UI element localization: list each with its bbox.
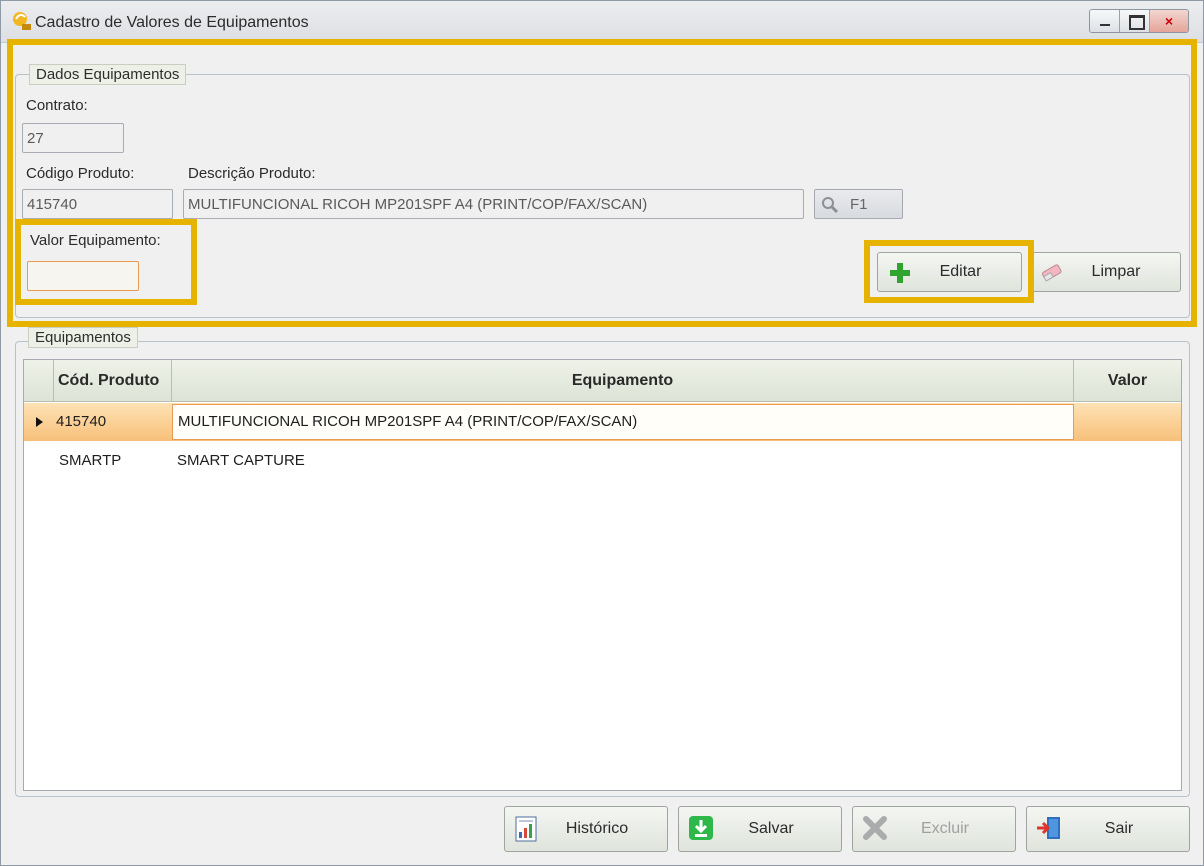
f1-label: F1 xyxy=(850,196,868,213)
table-row[interactable]: SMARTP SMART CAPTURE xyxy=(24,442,1181,480)
cell-valor[interactable] xyxy=(1074,403,1181,441)
eraser-icon xyxy=(1041,264,1062,282)
app-logo-icon xyxy=(13,12,31,30)
codigo-produto-label: Código Produto: xyxy=(26,165,135,182)
salvar-button[interactable]: Salvar xyxy=(678,806,842,852)
column-header-equipamento[interactable]: Equipamento xyxy=(172,360,1074,401)
cell-equipamento[interactable]: MULTIFUNCIONAL RICOH MP201SPF A4 (PRINT/… xyxy=(172,404,1074,440)
excluir-button[interactable]: Excluir xyxy=(852,806,1016,852)
column-header-codigo[interactable]: Cód. Produto xyxy=(54,360,172,401)
cell-equipamento[interactable]: SMART CAPTURE xyxy=(177,442,1074,480)
editar-button[interactable]: Editar xyxy=(877,252,1022,292)
codigo-produto-field[interactable]: 415740 xyxy=(22,189,173,219)
row-header-corner xyxy=(24,360,54,401)
maximize-button[interactable] xyxy=(1120,10,1150,32)
window-controls: × xyxy=(1089,9,1189,33)
cell-valor[interactable] xyxy=(1074,442,1181,480)
limpar-button[interactable]: Limpar xyxy=(1029,252,1181,292)
delete-x-icon xyxy=(863,816,887,840)
exit-door-icon xyxy=(1037,817,1060,839)
cell-codigo[interactable]: SMARTP xyxy=(59,442,173,480)
close-button[interactable]: × xyxy=(1150,10,1188,32)
window-title: Cadastro de Valores de Equipamentos xyxy=(35,14,309,31)
plus-icon xyxy=(890,263,910,283)
contrato-label: Contrato: xyxy=(26,97,88,114)
save-download-icon xyxy=(689,816,713,840)
column-header-valor[interactable]: Valor xyxy=(1074,360,1181,401)
dados-equipamentos-legend: Dados Equipamentos xyxy=(29,64,187,85)
minimize-button[interactable] xyxy=(1090,10,1120,32)
contrato-field[interactable]: 27 xyxy=(22,123,124,153)
magnifier-icon xyxy=(822,197,839,214)
title-bar: Cadastro de Valores de Equipamentos × xyxy=(1,1,1203,43)
descricao-produto-label: Descrição Produto: xyxy=(188,165,316,182)
equipamentos-grid[interactable]: Cód. Produto Equipamento Valor 415740 MU… xyxy=(23,359,1182,791)
sair-button[interactable]: Sair xyxy=(1026,806,1190,852)
historico-button[interactable]: Histórico xyxy=(504,806,668,852)
cell-codigo[interactable]: 415740 xyxy=(56,403,170,441)
report-chart-icon xyxy=(515,816,537,842)
main-window: Cadastro de Valores de Equipamentos × Da… xyxy=(0,0,1204,866)
valor-equipamento-field[interactable] xyxy=(27,261,139,291)
table-row[interactable]: 415740 MULTIFUNCIONAL RICOH MP201SPF A4 … xyxy=(24,403,1181,441)
valor-equipamento-label: Valor Equipamento: xyxy=(30,232,161,249)
current-row-arrow-icon xyxy=(36,417,43,427)
equipamentos-legend: Equipamentos xyxy=(28,327,138,348)
grid-header: Cód. Produto Equipamento Valor xyxy=(24,360,1181,402)
descricao-produto-field[interactable]: MULTIFUNCIONAL RICOH MP201SPF A4 (PRINT/… xyxy=(183,189,804,219)
search-f1-button[interactable]: F1 xyxy=(814,189,903,219)
